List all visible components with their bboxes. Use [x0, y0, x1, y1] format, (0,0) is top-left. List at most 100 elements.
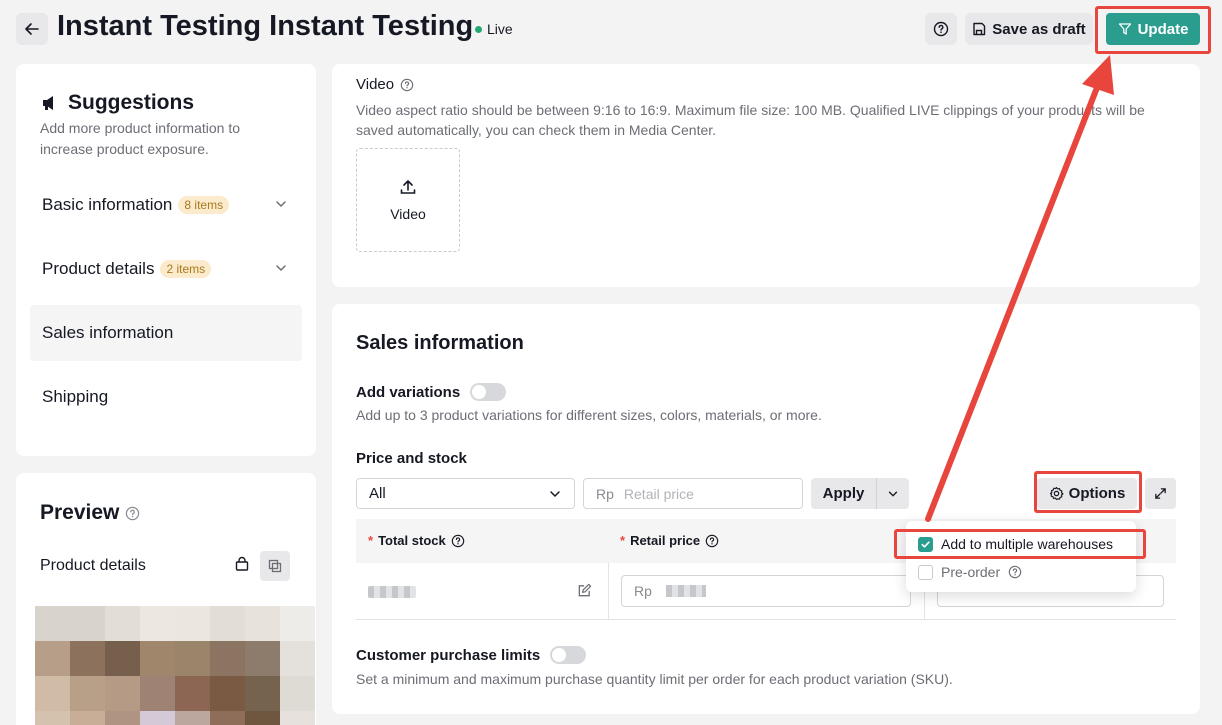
options-button[interactable]: Options: [1037, 478, 1137, 509]
mosaic-tile: [245, 676, 280, 711]
filter-send-icon: [1118, 23, 1131, 35]
mosaic-tile: [105, 606, 140, 641]
save-icon: [973, 22, 986, 36]
mosaic-tile: [105, 641, 140, 676]
megaphone-icon: [43, 96, 53, 110]
items-badge: 8 items: [178, 196, 230, 214]
mosaic-tile: [280, 606, 315, 641]
mosaic-tile: [140, 676, 175, 711]
copy-icon: [268, 559, 282, 573]
mosaic-tile: [105, 676, 140, 711]
price-value-redacted: [665, 585, 706, 597]
apply-dropdown-button[interactable]: [877, 478, 909, 509]
save-draft-button[interactable]: Save as draft: [965, 13, 1093, 45]
header: Instant Testing Instant Testing Live Sav…: [0, 0, 1222, 58]
items-badge: 2 items: [160, 260, 212, 278]
mosaic-tile: [140, 641, 175, 676]
mosaic-tile: [245, 641, 280, 676]
mosaic-tile: [175, 711, 210, 725]
update-button[interactable]: Update: [1106, 13, 1200, 45]
add-variations-row: Add variations: [356, 383, 507, 401]
mosaic-tile: [70, 676, 105, 711]
arrow-left-icon: [25, 23, 39, 35]
mosaic-tile: [35, 641, 70, 676]
purchase-limits-description: Set a minimum and maximum purchase quant…: [356, 671, 953, 687]
shopping-bag-icon[interactable]: [234, 556, 250, 572]
sales-section: Sales information Add variations Add up …: [332, 304, 1200, 714]
preview-title: Preview: [40, 501, 140, 525]
video-description: Video aspect ratio should be between 9:1…: [356, 102, 1145, 138]
add-variations-toggle[interactable]: [470, 383, 507, 401]
mosaic-tile: [140, 606, 175, 641]
preview-panel: Preview Product details: [16, 473, 316, 725]
help-circle-icon[interactable]: [125, 506, 140, 521]
mosaic-tile: [245, 606, 280, 641]
video-label: Video: [356, 76, 414, 93]
back-button[interactable]: [16, 13, 48, 45]
gear-icon: [1049, 486, 1064, 501]
mosaic-tile: [280, 641, 315, 676]
question-icon: [933, 21, 949, 37]
mosaic-tile: [35, 676, 70, 711]
help-circle-icon[interactable]: [1008, 565, 1022, 579]
mosaic-tile: [210, 641, 245, 676]
price-stock-label: Price and stock: [356, 450, 467, 467]
batch-retail-price-input[interactable]: Rp Retail price: [583, 478, 803, 509]
option-pre-order[interactable]: Pre-order: [918, 564, 1022, 580]
suggestions-title: Suggestions: [40, 91, 194, 115]
mosaic-tile: [70, 606, 105, 641]
mosaic-tile: [280, 711, 315, 725]
sidebar-item-shipping[interactable]: Shipping: [30, 369, 302, 425]
sales-title: Sales information: [356, 332, 524, 354]
row-retail-price-input[interactable]: Rp: [621, 575, 911, 607]
status-label: Live: [487, 21, 513, 37]
suggestions-description: Add more product information to increase…: [40, 120, 240, 157]
mosaic-tile: [210, 711, 245, 725]
purchase-limits-toggle[interactable]: [550, 646, 587, 664]
mosaic-tile: [175, 676, 210, 711]
chevron-down-icon: [276, 201, 286, 208]
product-image-pixelated: [35, 606, 315, 725]
video-upload-area[interactable]: Video: [356, 148, 460, 252]
save-draft-label: Save as draft: [992, 20, 1086, 38]
sidebar-item-basic-information[interactable]: Basic information 8 items: [30, 177, 302, 233]
mosaic-tile: [70, 711, 105, 725]
check-icon: [921, 540, 930, 548]
mosaic-tile: [210, 606, 245, 641]
stock-value-redacted: [368, 586, 416, 598]
chevron-down-icon: [888, 491, 898, 497]
help-circle-icon[interactable]: [705, 534, 719, 548]
sidebar-item-product-details[interactable]: Product details 2 items: [30, 241, 302, 297]
edit-icon[interactable]: [577, 583, 592, 598]
checkbox-checked[interactable]: [918, 536, 933, 552]
add-variations-description: Add up to 3 product variations for diffe…: [356, 407, 822, 423]
help-circle-icon[interactable]: [400, 78, 414, 92]
column-header-total-stock: * Total stock: [368, 533, 465, 548]
variation-select[interactable]: All: [356, 478, 575, 509]
expand-icon: [1155, 488, 1166, 499]
page-title: Instant Testing Instant Testing: [57, 10, 474, 42]
mosaic-tile: [105, 711, 140, 725]
sidebar-item-sales-information[interactable]: Sales information: [30, 305, 302, 361]
copy-view-button[interactable]: [260, 551, 290, 581]
expand-button[interactable]: [1145, 478, 1176, 509]
mosaic-tile: [140, 711, 175, 725]
option-multiple-warehouses[interactable]: Add to multiple warehouses: [918, 536, 1113, 552]
options-dropdown: Add to multiple warehouses Pre-order: [906, 521, 1136, 592]
retail-price-placeholder: Retail price: [623, 486, 694, 502]
video-section: Video Video aspect ratio should be betwe…: [332, 64, 1200, 287]
help-circle-icon[interactable]: [451, 534, 465, 548]
status-badge: Live: [475, 21, 513, 37]
live-dot-icon: [475, 25, 482, 33]
mosaic-tile: [280, 676, 315, 711]
help-button[interactable]: [925, 13, 957, 45]
apply-button-group: Apply: [811, 478, 909, 509]
video-upload-label: Video: [390, 206, 426, 222]
column-header-retail-price: * Retail price: [620, 533, 719, 548]
apply-button[interactable]: Apply: [811, 478, 877, 509]
checkbox-unchecked[interactable]: [918, 564, 933, 580]
preview-subtitle: Product details: [40, 557, 146, 574]
chevron-down-icon: [276, 265, 286, 272]
mosaic-tile: [70, 641, 105, 676]
column-divider: [608, 563, 609, 620]
